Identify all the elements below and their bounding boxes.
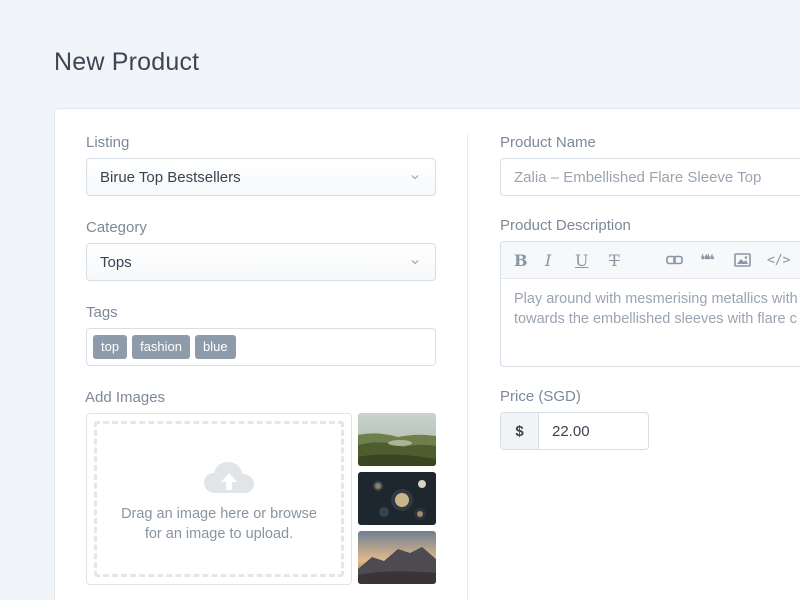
description-editor[interactable]: B I U T ❝❝ </> Play around with mesmeris… [500, 241, 800, 367]
dropzone-border: Drag an image here or browse for an imag… [94, 421, 344, 577]
code-icon[interactable]: </> [767, 252, 790, 268]
bold-icon[interactable]: B [514, 251, 528, 270]
tag-chip[interactable]: fashion [132, 335, 190, 359]
add-images-label: Add Images [85, 389, 166, 406]
italic-icon[interactable]: I [545, 251, 551, 270]
product-name-placeholder: Zalia – Embellished Flare Sleeve Top [514, 168, 762, 186]
product-description-label: Product Description [500, 217, 631, 234]
image-icon[interactable] [734, 252, 751, 268]
image-thumbnail-mountain[interactable] [358, 531, 436, 584]
listing-value: Birue Top Bestsellers [100, 168, 241, 186]
tags-label: Tags [86, 304, 118, 321]
description-text: Play around with mesmerising metallics w… [501, 279, 800, 339]
tag-chip[interactable]: blue [195, 335, 236, 359]
cloud-upload-icon [204, 462, 254, 493]
page-title: New Product [54, 48, 200, 76]
category-value: Tops [100, 253, 132, 271]
chevron-down-icon [411, 175, 419, 180]
dropzone-text-line1: Drag an image here or browse [121, 506, 317, 522]
listing-select[interactable]: Birue Top Bestsellers [86, 158, 436, 196]
description-line1: Play around with mesmerising metallics w… [514, 291, 798, 307]
column-divider [467, 133, 468, 600]
tags-input[interactable]: top fashion blue [86, 328, 436, 366]
category-select[interactable]: Tops [86, 243, 436, 281]
chevron-down-icon [411, 260, 419, 265]
image-thumbnail-food[interactable] [358, 472, 436, 525]
dropzone-text: Drag an image here or browse for an imag… [97, 504, 341, 544]
description-line2: towards the embellished sleeves with fla… [514, 311, 797, 327]
editor-toolbar: B I U T ❝❝ </> [501, 242, 800, 279]
price-input[interactable]: $ 22.00 [500, 412, 649, 450]
price-label: Price (SGD) [500, 388, 581, 405]
link-icon[interactable] [666, 252, 683, 268]
price-value[interactable]: 22.00 [539, 413, 648, 449]
new-product-form: Listing Birue Top Bestsellers Category T… [54, 108, 800, 600]
quote-icon[interactable]: ❝❝ [700, 252, 715, 269]
listing-label: Listing [86, 134, 130, 151]
product-name-label: Product Name [500, 134, 596, 151]
tag-chip[interactable]: top [93, 335, 128, 359]
dropzone-text-line2: for an image to upload. [144, 526, 294, 542]
underline-icon[interactable]: U [575, 251, 588, 270]
product-name-input[interactable]: Zalia – Embellished Flare Sleeve Top [500, 158, 800, 196]
image-dropzone[interactable]: Drag an image here or browse for an imag… [86, 413, 352, 585]
category-label: Category [86, 219, 147, 236]
clear-format-icon[interactable]: T [609, 251, 620, 270]
currency-symbol: $ [501, 413, 539, 449]
image-thumbnail-landscape[interactable] [358, 413, 436, 466]
